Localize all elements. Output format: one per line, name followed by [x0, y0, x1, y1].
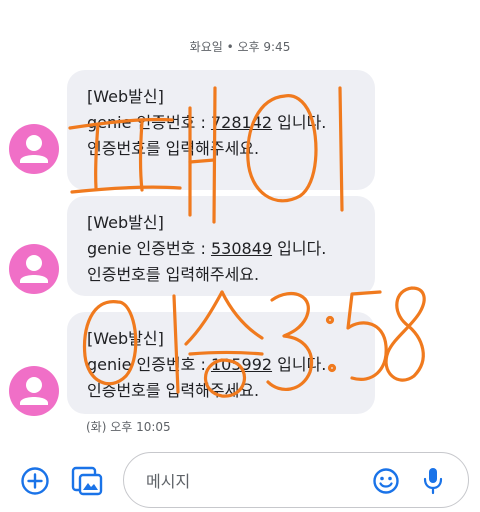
sender-avatar[interactable] [9, 124, 59, 174]
voice-input-button[interactable] [420, 465, 446, 495]
code-label: genie 인증번호 : [87, 113, 211, 132]
message-input[interactable] [144, 467, 358, 495]
emoji-icon [373, 468, 399, 494]
emoji-button[interactable] [372, 467, 400, 495]
message-instruction: 인증번호를 입력해주세요. [87, 139, 260, 158]
verification-code[interactable]: 105992 [211, 355, 272, 374]
verification-code[interactable]: 728142 [211, 113, 272, 132]
code-suffix: 입니다. [272, 239, 327, 258]
person-icon [20, 135, 48, 163]
message-code-line: genie 인증번호 : 530849 입니다. [87, 236, 375, 262]
gallery-icon [71, 466, 103, 496]
code-label: genie 인증번호 : [87, 239, 211, 258]
message-instruction: 인증번호를 입력해주세요. [87, 381, 260, 400]
verification-code[interactable]: 530849 [211, 239, 272, 258]
message-bubble[interactable]: [Web발신] genie 인증번호 : 728142 입니다. 인증번호를 입… [67, 70, 375, 190]
message-tag: [Web발신] [87, 329, 164, 348]
add-icon [21, 467, 49, 495]
gallery-button[interactable] [70, 464, 104, 498]
message-instruction: 인증번호를 입력해주세요. [87, 265, 260, 284]
code-label: genie 인증번호 : [87, 355, 211, 374]
message-tag: [Web발신] [87, 87, 164, 106]
message-composer [123, 452, 469, 508]
code-suffix: 입니다. [272, 355, 327, 374]
microphone-icon [423, 468, 443, 495]
add-button[interactable] [20, 466, 50, 496]
person-icon [20, 377, 48, 405]
message-timestamp: (화) 오후 10:05 [86, 420, 171, 434]
code-suffix: 입니다. [272, 113, 327, 132]
message-tag: [Web발신] [87, 213, 164, 232]
message-code-line: genie 인증번호 : 105992 입니다. [87, 352, 375, 378]
message-bubble[interactable]: [Web발신] genie 인증번호 : 530849 입니다. 인증번호를 입… [67, 196, 375, 296]
message-bubble[interactable]: [Web발신] genie 인증번호 : 105992 입니다. 인증번호를 입… [67, 312, 375, 414]
sender-avatar[interactable] [9, 244, 59, 294]
message-code-line: genie 인증번호 : 728142 입니다. [87, 110, 375, 136]
compose-bar [0, 450, 480, 512]
conversation-date-header: 화요일 • 오후 9:45 [189, 40, 291, 54]
person-icon [20, 255, 48, 283]
sender-avatar[interactable] [9, 366, 59, 416]
